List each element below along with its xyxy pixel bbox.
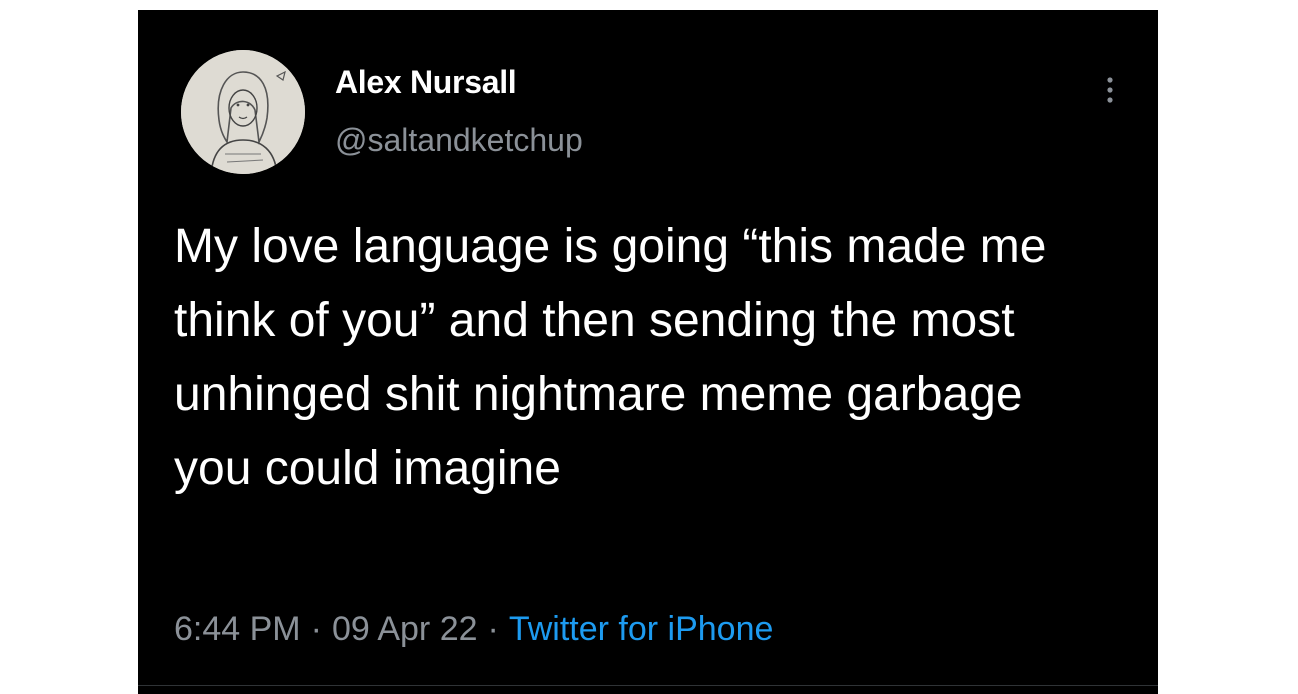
tweet-metadata: 6:44 PM · 09 Apr 22 · Twitter for iPhone — [174, 610, 773, 649]
avatar[interactable] — [181, 50, 305, 174]
vertical-ellipsis-icon — [1107, 77, 1113, 103]
meta-separator: · — [487, 610, 499, 648]
tweet-time[interactable]: 6:44 PM — [174, 610, 301, 648]
avatar-sketch-icon — [181, 50, 305, 174]
divider — [138, 685, 1158, 686]
author-name[interactable]: Alex Nursall — [335, 64, 517, 101]
tweet-source-link[interactable]: Twitter for iPhone — [509, 610, 774, 648]
tweet-card: Alex Nursall @saltandketchup My love lan… — [138, 10, 1158, 694]
meta-separator: · — [310, 610, 322, 648]
tweet-date[interactable]: 09 Apr 22 — [332, 610, 478, 648]
more-options-button[interactable] — [1100, 70, 1120, 110]
author-handle[interactable]: @saltandketchup — [335, 122, 583, 159]
tweet-text: My love language is going “this made me … — [174, 220, 1047, 495]
